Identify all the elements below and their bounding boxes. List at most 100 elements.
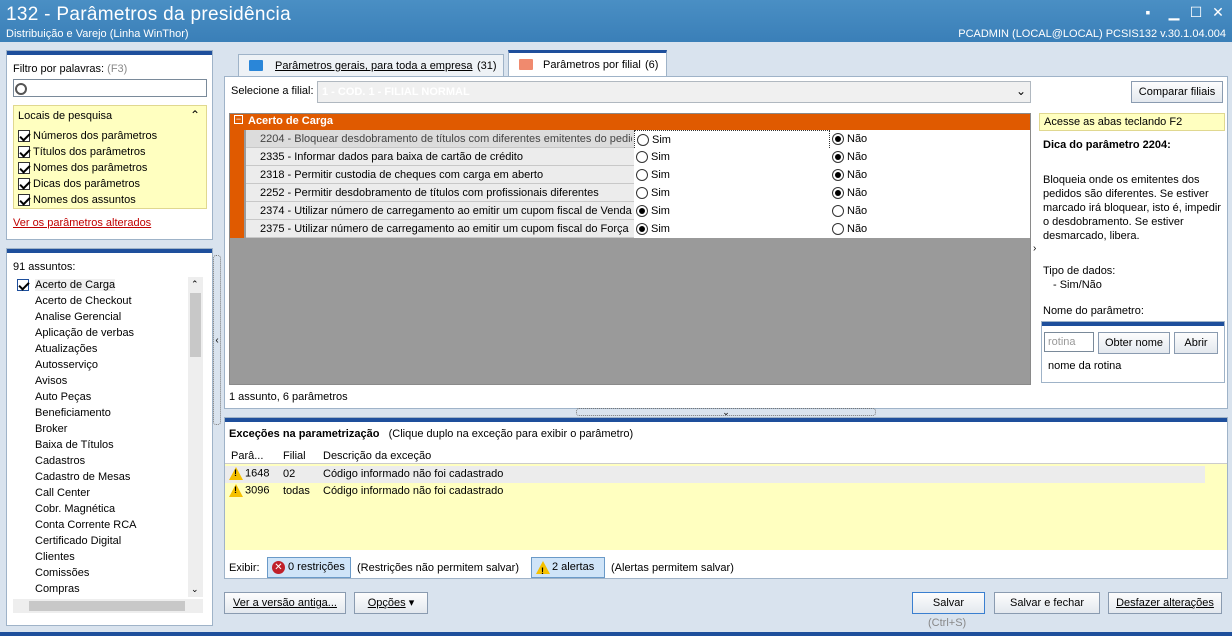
radio-nao[interactable]: Não bbox=[830, 184, 1030, 202]
compare-branches-button[interactable]: Comparar filiais bbox=[1131, 81, 1223, 103]
subject-item[interactable]: Avisos bbox=[13, 373, 67, 389]
close-icon[interactable]: ✕ bbox=[1208, 3, 1228, 21]
checkbox-icon[interactable] bbox=[18, 178, 30, 191]
changed-params-link[interactable]: Ver os parâmetros alterados bbox=[13, 217, 151, 229]
save-button[interactable]: Salvar bbox=[912, 592, 985, 614]
radio-icon[interactable] bbox=[832, 151, 844, 164]
option-subjects[interactable]: Nomes dos assuntos bbox=[18, 194, 136, 207]
subject-item[interactable]: Beneficiamento bbox=[13, 405, 111, 421]
param-row[interactable]: 2204 - Bloquear desdobramento de títulos… bbox=[246, 130, 1030, 150]
alerts-toggle[interactable]: 2 alertas bbox=[531, 557, 605, 581]
subject-item[interactable]: Comissões bbox=[13, 565, 89, 581]
checkbox-icon[interactable] bbox=[18, 130, 30, 143]
subject-item[interactable]: Broker bbox=[13, 421, 67, 437]
radio-icon[interactable] bbox=[832, 169, 844, 182]
option-tips[interactable]: Dicas dos parâmetros bbox=[18, 178, 140, 191]
radio-sim[interactable]: Sim bbox=[634, 166, 830, 184]
radio-icon[interactable] bbox=[637, 134, 649, 147]
subject-label: Acerto de Carga bbox=[35, 279, 116, 291]
radio-icon[interactable] bbox=[636, 205, 648, 218]
subject-item[interactable]: Autosserviço bbox=[13, 357, 98, 373]
subject-item[interactable]: Call Center bbox=[13, 485, 90, 501]
subject-label: Aplicação de verbas bbox=[35, 327, 135, 339]
subject-item[interactable]: Certificado Digital bbox=[13, 533, 121, 549]
restrictions-toggle[interactable]: ✕ 0 restrições bbox=[267, 557, 351, 578]
param-row[interactable]: 2318 - Permitir custodia de cheques com … bbox=[246, 166, 1030, 184]
subjects-hscrollbar[interactable] bbox=[13, 599, 203, 613]
col-desc[interactable]: Descrição da exceção bbox=[323, 450, 431, 462]
radio-nao[interactable]: Não bbox=[830, 202, 1030, 220]
radio-icon[interactable] bbox=[636, 169, 648, 182]
radio-icon[interactable] bbox=[832, 187, 844, 200]
subject-item[interactable]: Cadastro de Mesas bbox=[13, 469, 130, 485]
param-row[interactable]: 2374 - Utilizar número de carregamento a… bbox=[246, 202, 1030, 220]
radio-icon[interactable] bbox=[832, 205, 844, 218]
branch-select[interactable]: 1 - COD. 1 - FILIAL NORMAL ⌄ bbox=[317, 81, 1031, 103]
search-input[interactable] bbox=[13, 79, 207, 97]
restore-icon[interactable]: ▪ bbox=[1138, 3, 1158, 21]
save-close-button[interactable]: Salvar e fechar bbox=[994, 592, 1100, 614]
param-row[interactable]: 2375 - Utilizar número de carregamento a… bbox=[246, 220, 1030, 238]
subject-item[interactable]: Cadastros bbox=[13, 453, 85, 469]
minimize-icon[interactable]: ▁ bbox=[1164, 3, 1184, 21]
scroll-down-icon[interactable]: ⌄ bbox=[191, 584, 199, 595]
subject-item[interactable]: Cobr. Magnética bbox=[13, 501, 115, 517]
checkbox-icon[interactable] bbox=[18, 194, 30, 207]
radio-nao[interactable]: Não bbox=[830, 130, 1030, 148]
old-version-button[interactable]: Ver a versão antiga... bbox=[224, 592, 346, 614]
group-header[interactable]: − Acerto de Carga bbox=[230, 114, 1030, 130]
subject-item[interactable]: Acerto de Checkout bbox=[13, 293, 132, 309]
checkbox-icon[interactable] bbox=[18, 162, 30, 175]
subject-item[interactable]: Auto Peças bbox=[13, 389, 91, 405]
subject-item[interactable]: Clientes bbox=[13, 549, 75, 565]
radio-sim[interactable]: Sim bbox=[634, 184, 830, 202]
subject-item[interactable]: Atualizações bbox=[13, 341, 97, 357]
param-text: 2252 - Permitir desdobramento de títulos… bbox=[260, 187, 599, 199]
tab-per-branch[interactable]: Parâmetros por filial (6) bbox=[508, 50, 667, 77]
radio-sim[interactable]: Sim bbox=[634, 220, 830, 238]
maximize-icon[interactable]: ☐ bbox=[1186, 3, 1206, 21]
radio-icon[interactable] bbox=[636, 223, 648, 236]
radio-sim[interactable]: Sim bbox=[634, 148, 830, 166]
radio-icon[interactable] bbox=[636, 151, 648, 164]
col-filial[interactable]: Filial bbox=[283, 450, 306, 462]
options-button[interactable]: Opções ▾ bbox=[354, 592, 428, 614]
splitter-left-icon[interactable]: ‹ bbox=[213, 255, 221, 425]
collapse-icon[interactable]: ⌃ bbox=[190, 108, 200, 122]
radio-sim[interactable]: Sim bbox=[634, 202, 830, 220]
radio-icon[interactable] bbox=[832, 223, 844, 236]
collapse-group-icon[interactable]: − bbox=[234, 115, 243, 124]
col-param[interactable]: Parâ... bbox=[231, 450, 263, 462]
subjects-list[interactable]: Acerto de Carga Acerto de Checkout Analise… bbox=[13, 277, 203, 597]
exception-row[interactable]: 1648 02 Código informado não foi cadastr… bbox=[225, 466, 1205, 483]
open-button[interactable]: Abrir bbox=[1174, 332, 1218, 354]
checkbox-icon[interactable] bbox=[17, 279, 29, 291]
undo-button[interactable]: Desfazer alterações bbox=[1108, 592, 1222, 614]
subject-item[interactable]: Aplicação de verbas bbox=[13, 325, 134, 341]
subjects-scrollbar[interactable]: ⌃ ⌄ bbox=[188, 277, 203, 597]
checkbox-icon[interactable] bbox=[18, 146, 30, 159]
option-names[interactable]: Nomes dos parâmetros bbox=[18, 162, 147, 175]
splitter-down-icon[interactable]: ⌄ bbox=[576, 408, 876, 417]
subject-item[interactable]: Compras bbox=[13, 581, 80, 597]
subject-item[interactable]: Analise Gerencial bbox=[13, 309, 121, 325]
tab-general[interactable]: Parâmetros gerais, para toda a empresa (… bbox=[238, 54, 504, 76]
rotina-input[interactable]: rotina bbox=[1044, 332, 1094, 352]
radio-icon[interactable] bbox=[636, 187, 648, 200]
get-name-button[interactable]: Obter nome bbox=[1098, 332, 1170, 354]
radio-nao[interactable]: Não bbox=[830, 220, 1030, 238]
option-numbers[interactable]: Números dos parâmetros bbox=[18, 130, 157, 143]
exception-row[interactable]: 3096 todas Código informado não foi cada… bbox=[225, 483, 1205, 500]
subject-item[interactable]: Conta Corrente RCA bbox=[13, 517, 137, 533]
param-row[interactable]: 2335 - Informar dados para baixa de cart… bbox=[246, 148, 1030, 166]
radio-sim[interactable]: Sim bbox=[634, 130, 830, 150]
subject-item[interactable]: Acerto de Carga bbox=[13, 277, 116, 293]
radio-icon[interactable] bbox=[832, 133, 844, 146]
radio-nao[interactable]: Não bbox=[830, 148, 1030, 166]
radio-nao[interactable]: Não bbox=[830, 166, 1030, 184]
scroll-up-icon[interactable]: ⌃ bbox=[191, 279, 199, 290]
option-titles[interactable]: Títulos dos parâmetros bbox=[18, 146, 146, 159]
subject-item[interactable]: Baixa de Títulos bbox=[13, 437, 114, 453]
param-row[interactable]: 2252 - Permitir desdobramento de títulos… bbox=[246, 184, 1030, 202]
subject-label: Call Center bbox=[35, 487, 91, 499]
